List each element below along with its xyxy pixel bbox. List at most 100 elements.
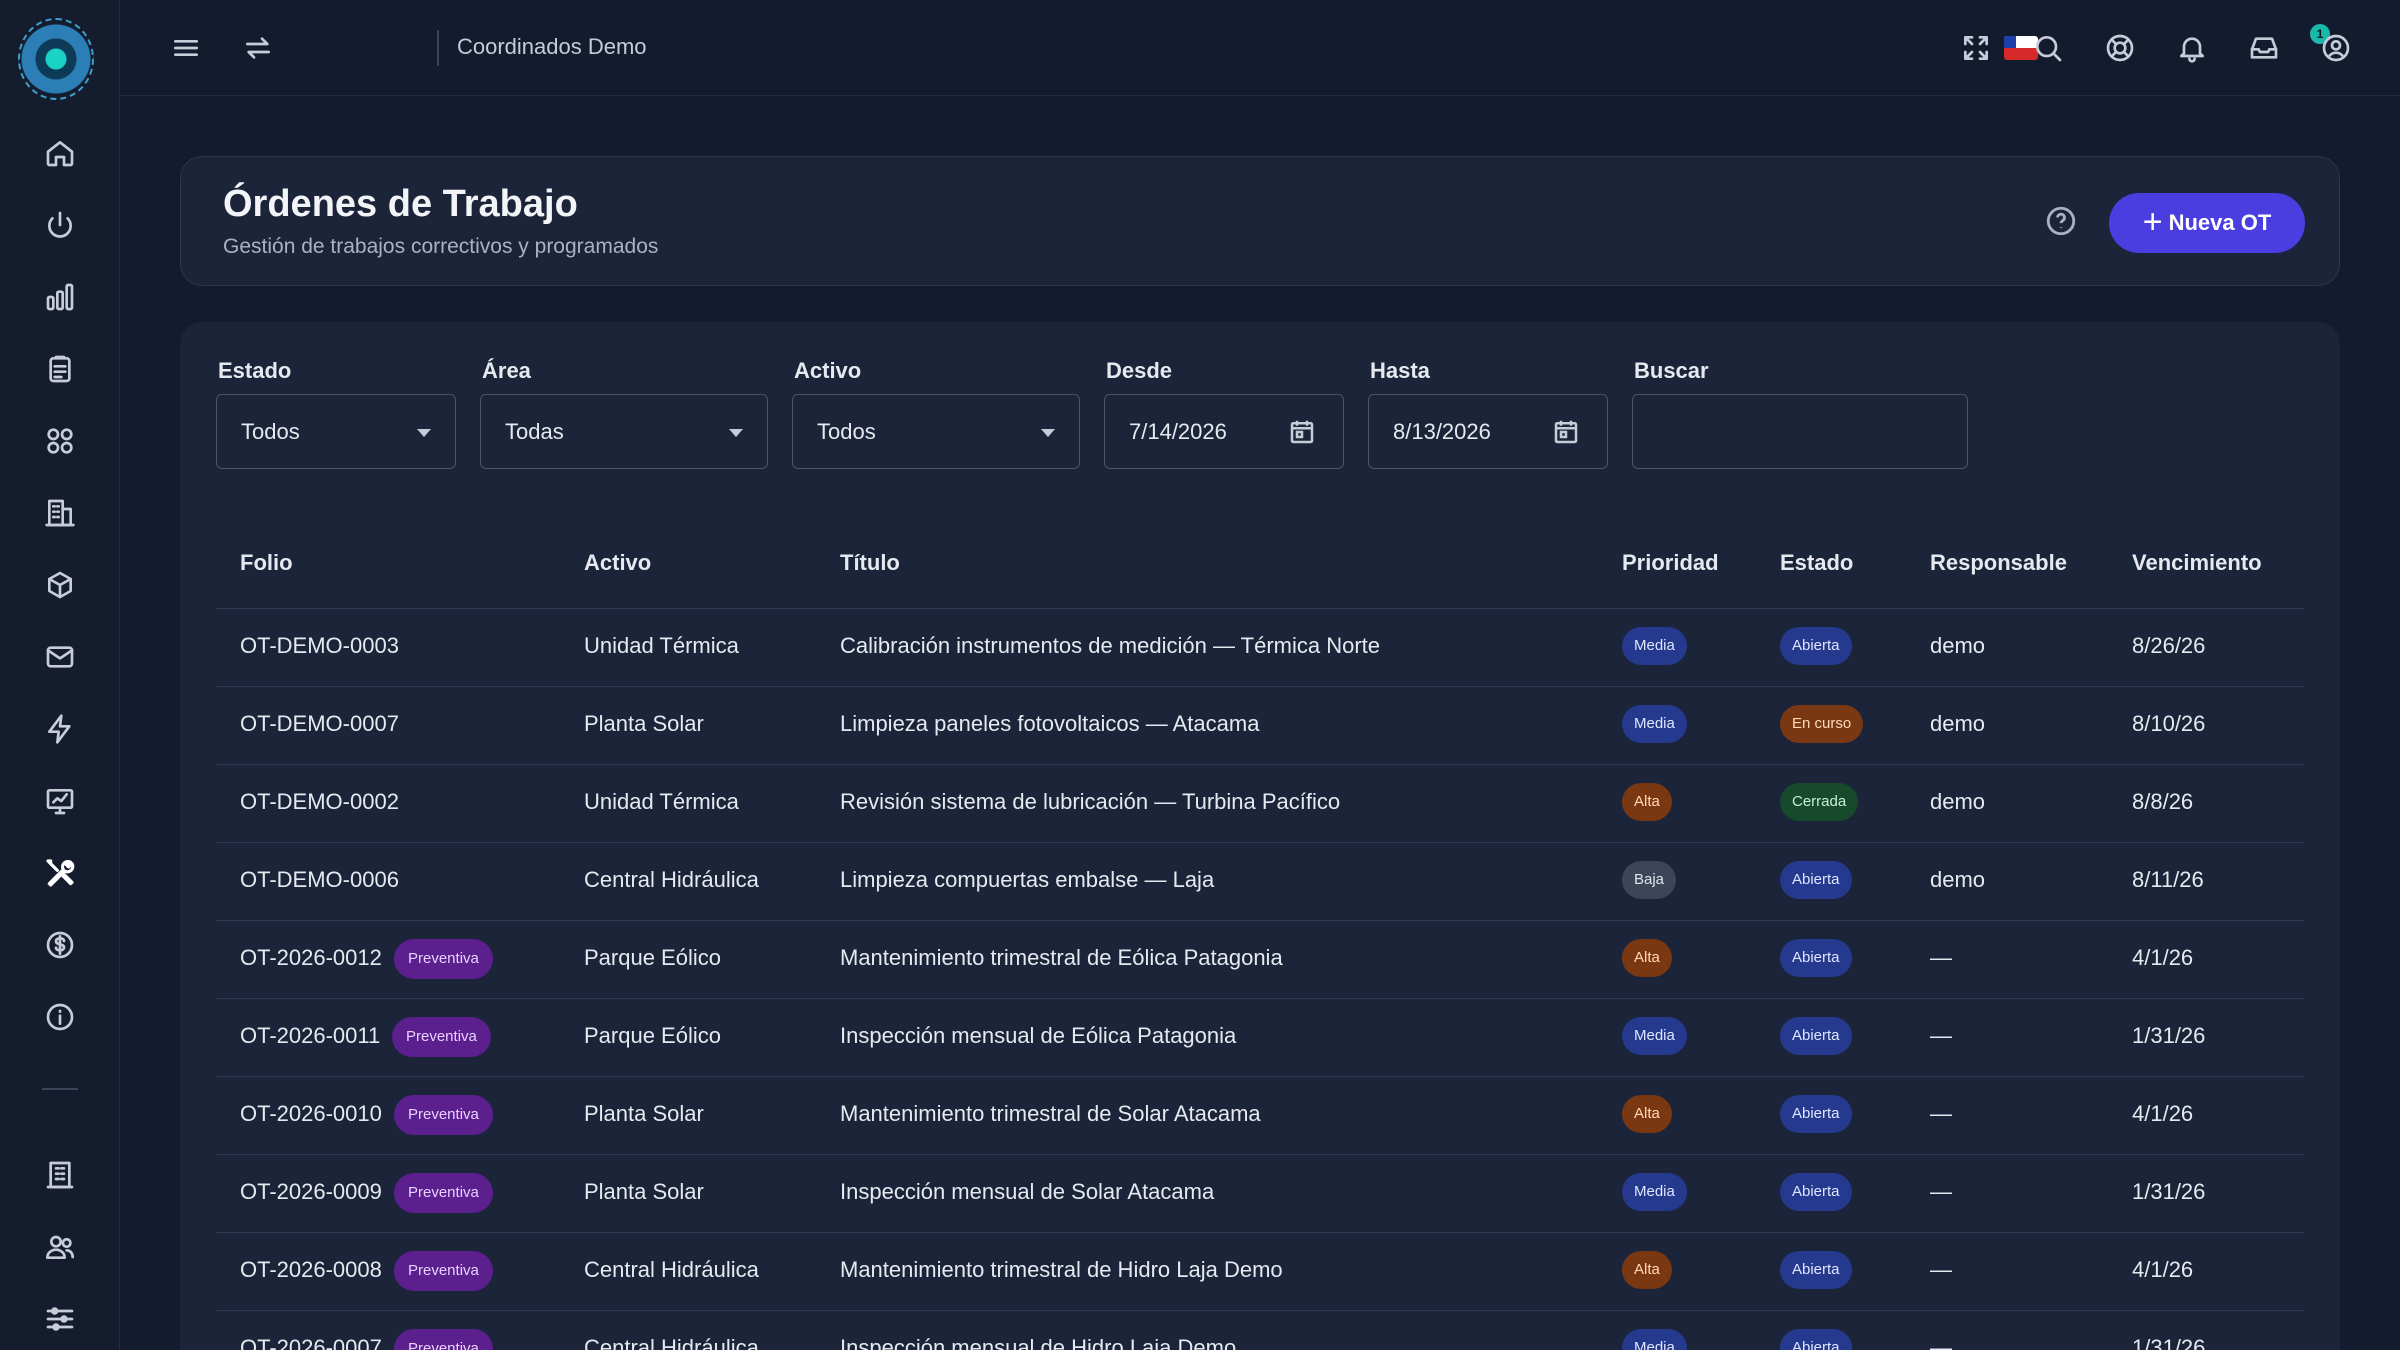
status-badge: Abierta [1780, 627, 1852, 665]
mail-icon[interactable] [40, 637, 80, 677]
folio-cell[interactable]: OT-DEMO-0006 [240, 867, 399, 893]
clipboard-icon[interactable] [40, 349, 80, 389]
bell-icon[interactable] [2172, 28, 2212, 68]
desde-label: Desde [1106, 358, 1173, 383]
activo-cell: Parque Eólico [584, 945, 721, 970]
users-icon[interactable] [40, 1227, 80, 1267]
new-ot-button[interactable]: + Nueva OT [2109, 193, 2305, 253]
vencimiento-cell: 8/8/26 [2132, 789, 2194, 814]
folio-cell[interactable]: OT-2026-0010 [240, 1101, 382, 1127]
desde-date-input[interactable]: 7/14/2026 [1104, 394, 1344, 469]
bar-chart-icon[interactable] [40, 277, 80, 317]
power-icon[interactable] [40, 205, 80, 245]
activo-value: Todos [817, 418, 876, 444]
estado-select[interactable]: Todos [216, 394, 456, 469]
status-badge: Abierta [1780, 1251, 1852, 1289]
folio-cell[interactable]: OT-DEMO-0007 [240, 711, 399, 737]
priority-badge: Media [1622, 1173, 1687, 1211]
info-icon[interactable] [40, 997, 80, 1037]
activo-cell: Central Hidráulica [584, 1257, 759, 1282]
menu-icon[interactable] [166, 28, 206, 68]
priority-badge: Media [1622, 627, 1687, 665]
calendar-icon[interactable] [1551, 417, 1581, 447]
col-folio[interactable]: Folio [240, 550, 293, 576]
table-row[interactable]: OT-2026-0009 Preventiva Planta Solar Inspec… [216, 1154, 2304, 1232]
search-input[interactable] [1632, 394, 1968, 469]
status-badge: Abierta [1780, 1095, 1852, 1133]
responsable-cell: — [1930, 1257, 1952, 1282]
priority-badge: Media [1622, 1329, 1687, 1350]
sidebar [0, 0, 120, 1350]
preventiva-tag: Preventiva [394, 1173, 493, 1213]
table-row[interactable]: OT-DEMO-0003 Unidad Térmica Calibración in… [216, 608, 2304, 686]
responsable-cell: demo [1930, 633, 1986, 658]
priority-badge: Alta [1622, 783, 1672, 821]
estado-value: Todos [241, 418, 300, 444]
building-icon[interactable] [40, 493, 80, 533]
table-row[interactable]: OT-DEMO-0006 Central Hidráulica Limpieza c… [216, 842, 2304, 920]
col-responsable[interactable]: Responsable [1930, 550, 2067, 576]
priority-badge: Alta [1622, 1095, 1672, 1133]
search-icon[interactable] [2028, 28, 2068, 68]
table-row[interactable]: OT-2026-0007 Preventiva Central Hidráulica… [216, 1310, 2304, 1350]
topbar-separator [437, 30, 439, 66]
vencimiento-cell: 8/11/26 [2132, 867, 2204, 892]
activo-select[interactable]: Todos [792, 394, 1080, 469]
sliders-icon[interactable] [40, 1299, 80, 1339]
col-titulo[interactable]: Título [840, 550, 900, 576]
titulo-cell: Mantenimiento trimestral de Eólica Patag… [840, 945, 1283, 970]
titulo-cell: Inspección mensual de Solar Atacama [840, 1179, 1215, 1204]
vencimiento-cell: 4/1/26 [2132, 1257, 2194, 1282]
folio-cell[interactable]: OT-2026-0011 [240, 1023, 380, 1049]
col-activo[interactable]: Activo [584, 550, 651, 576]
folio-cell[interactable]: OT-DEMO-0002 [240, 789, 399, 815]
help-icon[interactable] [2041, 201, 2081, 241]
table-row[interactable]: OT-2026-0008 Preventiva Central Hidráulica… [216, 1232, 2304, 1310]
table-row[interactable]: OT-2026-0012 Preventiva Parque Eólico Mante… [216, 920, 2304, 998]
titulo-cell: Inspección mensual de Hidro Laja Demo [840, 1335, 1237, 1350]
table-row[interactable]: OT-DEMO-0002 Unidad Térmica Revisión siste… [216, 764, 2304, 842]
buscar-label: Buscar [1634, 358, 1709, 383]
hasta-label: Hasta [1370, 358, 1430, 383]
fullscreen-icon[interactable] [1956, 28, 1996, 68]
home-icon[interactable] [40, 133, 80, 173]
office-building-icon[interactable] [40, 1155, 80, 1195]
table-row[interactable]: OT-2026-0010 Preventiva Planta Solar Manten… [216, 1076, 2304, 1154]
folio-cell[interactable]: OT-2026-0008 [240, 1257, 382, 1283]
apps-icon[interactable] [40, 421, 80, 461]
vencimiento-cell: 4/1/26 [2132, 1101, 2194, 1126]
col-prioridad[interactable]: Prioridad [1622, 550, 1719, 576]
switch-arrows-icon[interactable] [238, 28, 278, 68]
table-row[interactable]: OT-DEMO-0007 Planta Solar Limpieza paneles… [216, 686, 2304, 764]
bolt-icon[interactable] [40, 709, 80, 749]
estado-label: Estado [218, 358, 292, 383]
status-badge: Cerrada [1780, 783, 1859, 821]
page-subtitle: Gestión de trabajos correctivos y progra… [223, 235, 659, 258]
table-row[interactable]: OT-2026-0011 Preventiva Parque Eólico Inspe… [216, 998, 2304, 1076]
work-orders-panel: Estado Todos Área Todas Activo Todos Des… [180, 322, 2340, 1350]
workspace-title[interactable]: Coordinados Demo [457, 34, 647, 60]
box-icon[interactable] [40, 565, 80, 605]
folio-cell[interactable]: OT-2026-0007 [240, 1335, 382, 1350]
dollar-icon[interactable] [40, 925, 80, 965]
col-vencimiento[interactable]: Vencimiento [2132, 550, 2262, 576]
logo[interactable] [18, 18, 94, 100]
responsable-cell: demo [1930, 867, 1986, 892]
area-select[interactable]: Todas [480, 394, 768, 469]
user-account-icon[interactable] [2316, 28, 2356, 68]
tools-icon[interactable] [40, 853, 80, 893]
titulo-cell: Limpieza paneles fotovoltaicos — Atacama [840, 711, 1260, 736]
lifebuoy-icon[interactable] [2100, 28, 2140, 68]
folio-cell[interactable]: OT-2026-0012 [240, 945, 382, 971]
folio-cell[interactable]: OT-2026-0009 [240, 1179, 382, 1205]
sidebar-divider [42, 1088, 78, 1090]
calendar-icon[interactable] [1287, 417, 1317, 447]
presentation-chart-icon[interactable] [40, 781, 80, 821]
folio-cell[interactable]: OT-DEMO-0003 [240, 633, 399, 659]
page-title: Órdenes de Trabajo [223, 183, 578, 225]
chevron-down-icon [417, 429, 431, 437]
inbox-icon[interactable] [2244, 28, 2284, 68]
col-estado[interactable]: Estado [1780, 550, 1853, 576]
hasta-date-input[interactable]: 8/13/2026 [1368, 394, 1608, 469]
page-header: Órdenes de Trabajo Gestión de trabajos c… [180, 156, 2340, 286]
